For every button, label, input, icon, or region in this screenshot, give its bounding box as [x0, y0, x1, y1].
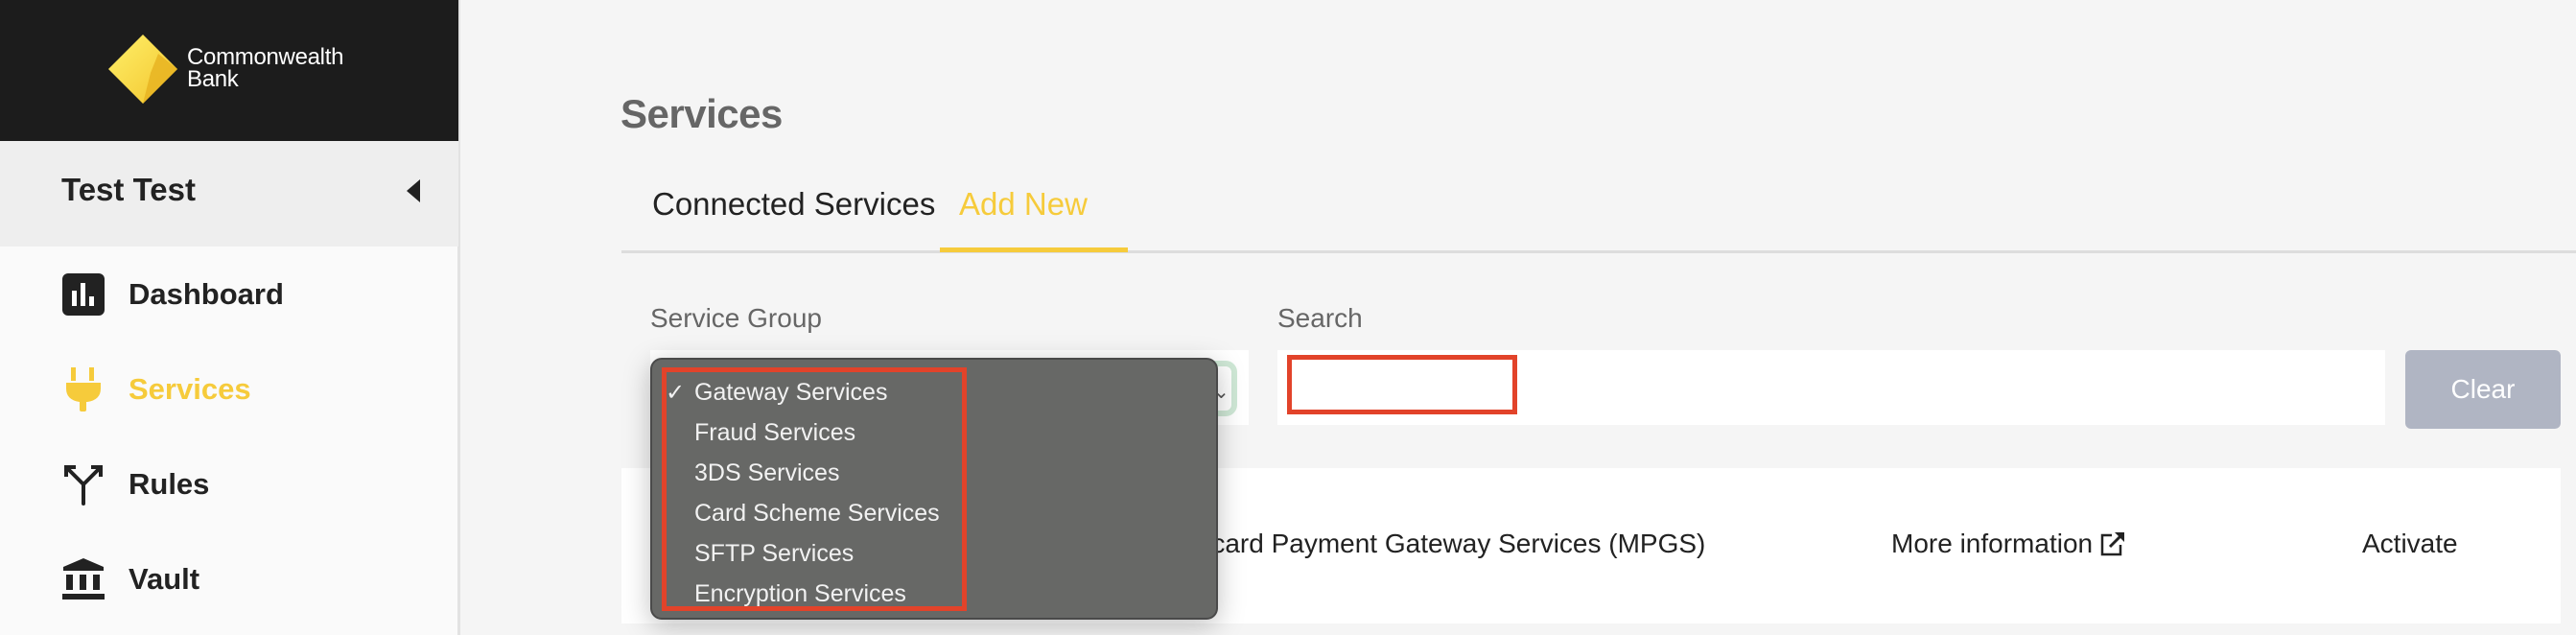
bank-building-icon [61, 557, 105, 601]
service-name: rcard Payment Gateway Services (MPGS) [1203, 529, 1706, 558]
page-title: Services [621, 91, 783, 136]
tab-bar: Connected Services Add New [621, 173, 2576, 253]
plug-icon [61, 367, 105, 412]
sidebar-item-label: Vault [129, 562, 200, 596]
sidebar-item-vault[interactable]: Vault [61, 551, 426, 608]
dropdown-option-fraud[interactable]: Fraud Services [694, 419, 855, 447]
dropdown-option-encryption[interactable]: Encryption Services [694, 580, 906, 608]
diamond-logo-icon [108, 35, 177, 104]
sidebar-item-services[interactable]: Services [61, 361, 426, 418]
external-link-icon [2100, 532, 2125, 556]
dropdown-option-gateway[interactable]: Gateway Services [694, 379, 887, 407]
checkmark-icon: ✓ [666, 380, 686, 406]
search-label: Search [1277, 303, 1363, 333]
more-information-label: More information [1891, 529, 2094, 558]
more-information-link[interactable]: More information [1891, 529, 2125, 559]
dropdown-option-3ds[interactable]: 3DS Services [694, 459, 839, 487]
active-tab-indicator [940, 247, 1128, 252]
service-group-label: Service Group [650, 303, 822, 333]
tab-add-new[interactable]: Add New [959, 186, 1088, 250]
clear-button[interactable]: Clear [2405, 350, 2561, 429]
brand-name-line1: Commonwealth [187, 44, 344, 70]
user-block: Test Test [0, 141, 458, 247]
sidebar: Commonwealth Bank Test Test Dashboard Se… [0, 0, 460, 635]
search-input[interactable] [1277, 350, 2385, 425]
sidebar-item-label: Dashboard [129, 277, 284, 311]
activate-button[interactable]: Activate [2362, 529, 2458, 559]
brand-name-line2: Bank [187, 66, 239, 92]
service-group-dropdown: ✓ Gateway Services Fraud Services 3DS Se… [650, 358, 1218, 620]
sidebar-item-dashboard[interactable]: Dashboard [61, 266, 426, 323]
dropdown-option-card-scheme[interactable]: Card Scheme Services [694, 500, 940, 528]
tab-connected-services[interactable]: Connected Services [652, 186, 935, 250]
bar-chart-icon [61, 272, 105, 317]
sidebar-item-label: Rules [129, 467, 210, 501]
user-name: Test Test [61, 172, 196, 207]
sidebar-item-rules[interactable]: Rules [61, 456, 426, 513]
brand-name: Commonwealth Bank [187, 44, 344, 92]
dropdown-option-sftp[interactable]: SFTP Services [694, 540, 854, 568]
sidebar-item-label: Services [129, 372, 251, 406]
brand-header: Commonwealth Bank [0, 0, 458, 141]
caret-left-icon[interactable] [407, 179, 420, 202]
fork-icon [61, 462, 105, 506]
